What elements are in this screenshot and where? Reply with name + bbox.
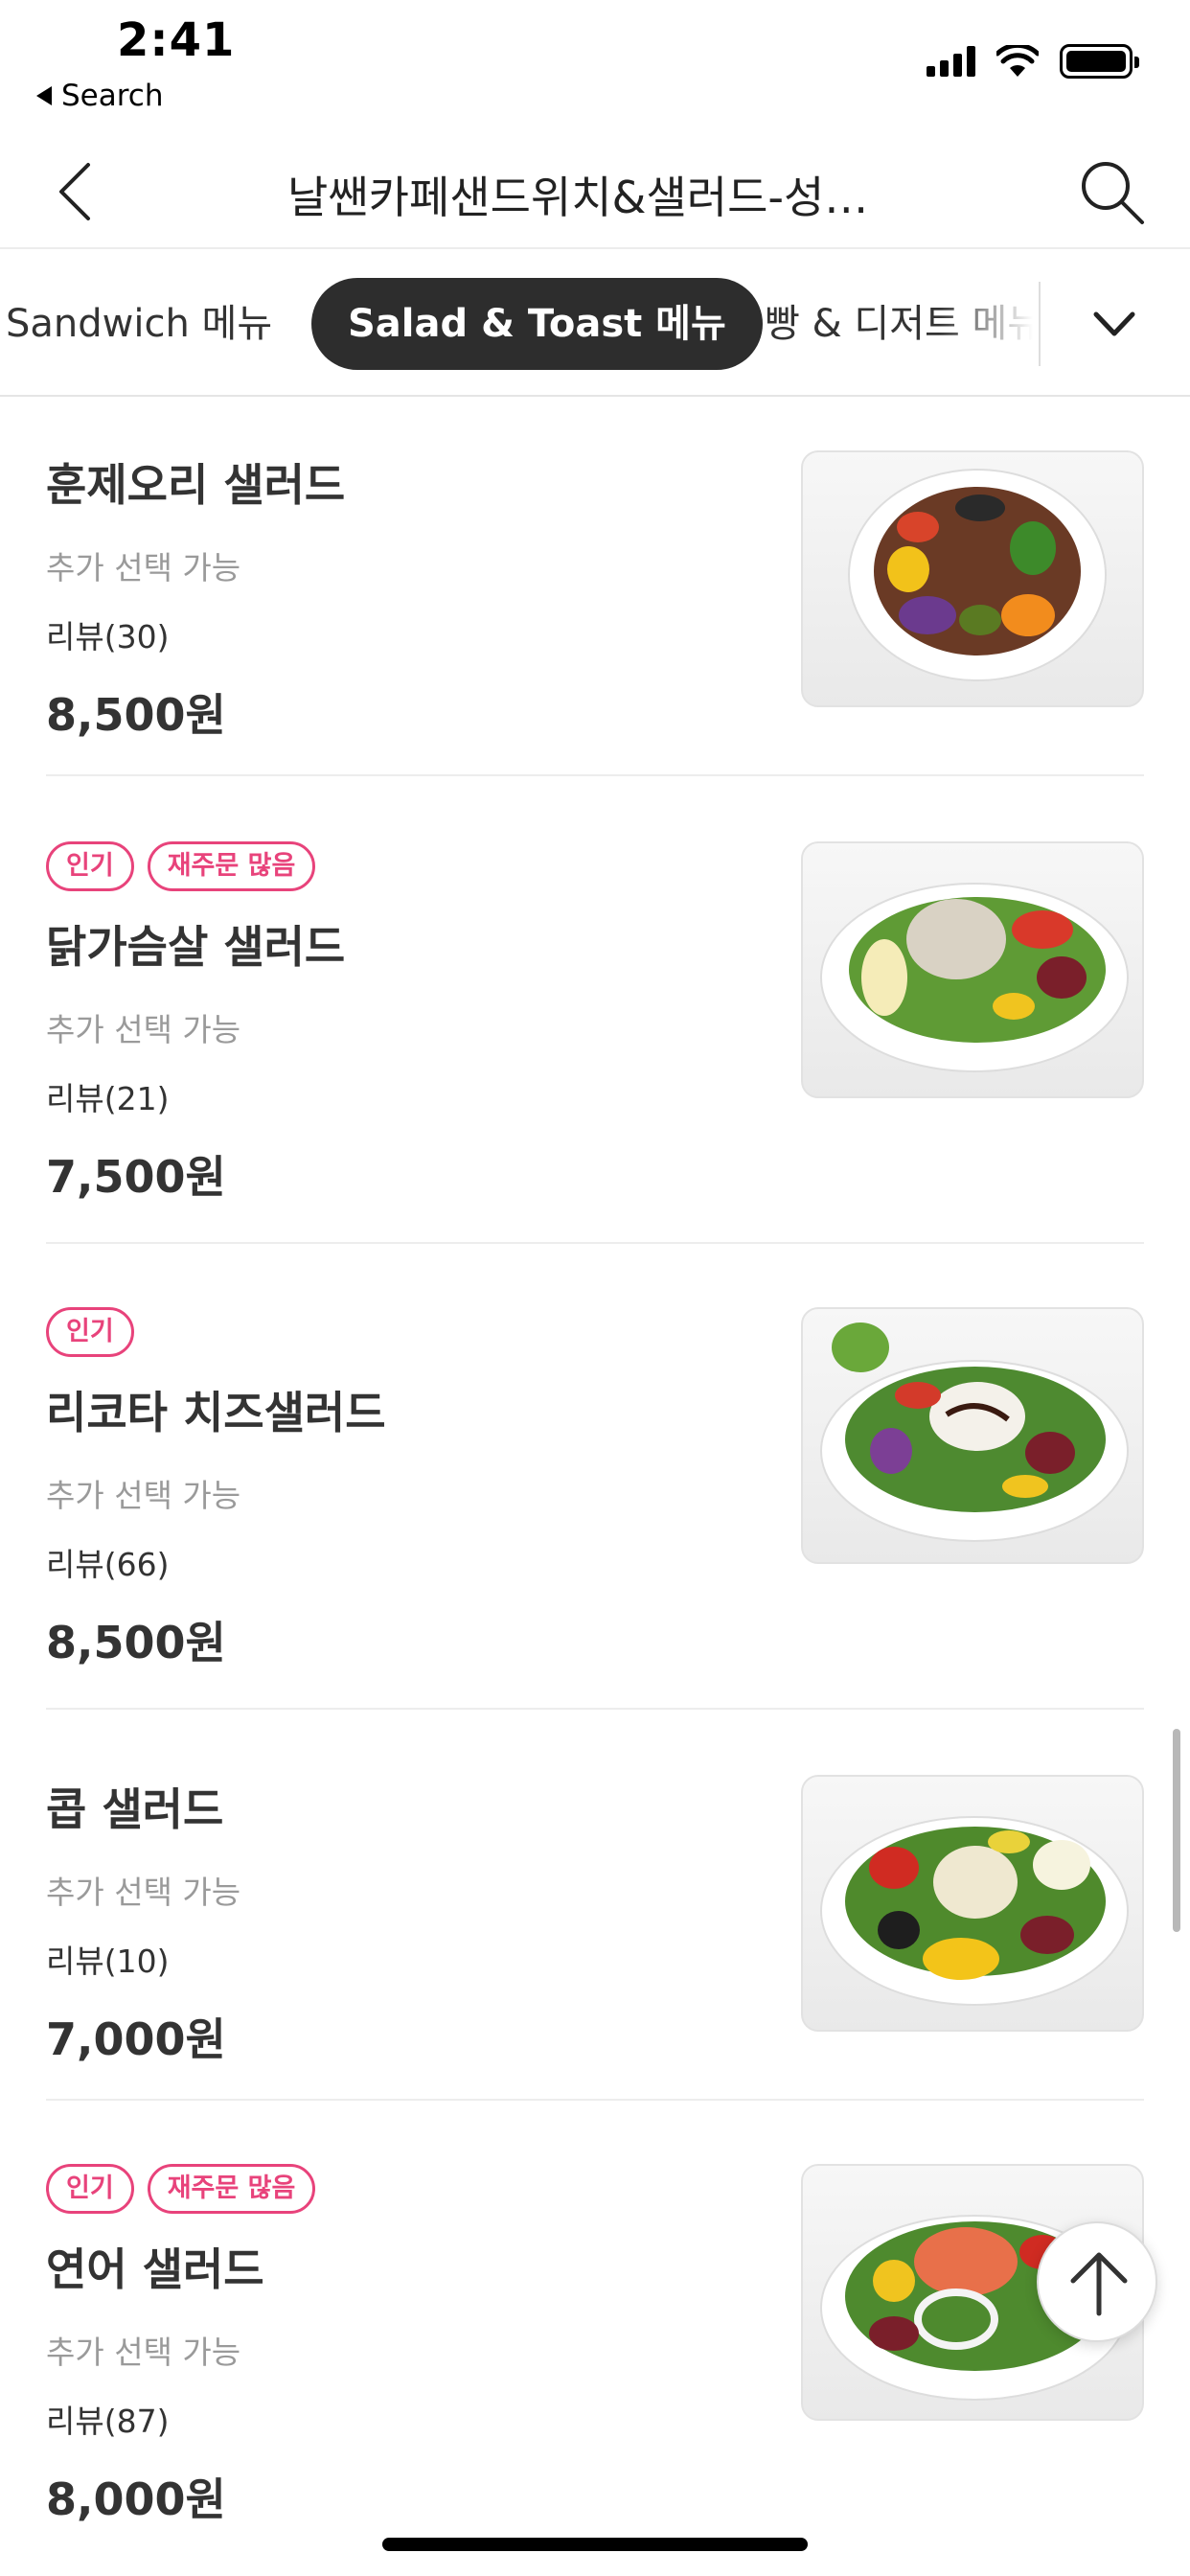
status-icons [927, 44, 1139, 79]
menu-item-photo [801, 1307, 1144, 1564]
menu-item-price: 7,500원 [46, 1151, 226, 1203]
menu-item[interactable]: 인기 리코타 치즈샐러드 추가 선택 가능 리뷰(66) 8,500원 [46, 1307, 1144, 1710]
scroll-indicator [1173, 1729, 1180, 1932]
menu-item[interactable]: 인기 재주문 많음 연어 샐러드 추가 선택 가능 리뷰(87) 8,000원 [46, 2164, 1144, 2566]
chevron-down-icon[interactable] [1081, 293, 1148, 355]
badge-popular: 인기 [46, 1307, 134, 1357]
wifi-icon [996, 45, 1039, 77]
back-triangle-icon [36, 86, 52, 105]
badge-popular: 인기 [46, 2164, 134, 2214]
tab-sandwich[interactable]: Sandwich 메뉴 [6, 278, 272, 370]
badge-popular: 인기 [46, 841, 134, 891]
menu-item-price: 8,500원 [46, 1617, 226, 1668]
menu-item[interactable]: 훈제오리 샐러드 추가 선택 가능 리뷰(30) 8,500원 [46, 450, 1144, 776]
menu-item-price: 8,000원 [46, 2473, 226, 2525]
menu-item-photo [801, 450, 1144, 707]
cellular-signal-icon [927, 46, 975, 77]
menu-item-photo [801, 841, 1144, 1098]
store-title: 날쌘카페샌드위치&샐러드-성… [287, 172, 869, 223]
status-bar: 2:41 Search [0, 0, 1190, 125]
menu-item-photo [801, 1775, 1144, 2032]
scroll-to-top-button[interactable] [1037, 2221, 1157, 2342]
category-tabs: Sandwich 메뉴 Salad & Toast 메뉴 빵 & 디저트 메뉴 [0, 251, 1190, 397]
chevron-left-icon[interactable] [42, 155, 115, 228]
tab-divider [1039, 282, 1041, 366]
menu-item[interactable]: 인기 재주문 많음 닭가슴살 샐러드 추가 선택 가능 리뷰(21) 7,500… [46, 841, 1144, 1244]
badge-reorder: 재주문 많음 [147, 841, 316, 891]
badge-reorder: 재주문 많음 [147, 2164, 316, 2214]
nav-bar: 날쌘카페샌드위치&샐러드-성… [0, 134, 1190, 249]
menu-item[interactable]: 콥 샐러드 추가 선택 가능 리뷰(10) 7,000원 [46, 1775, 1144, 2101]
tab-salad-toast[interactable]: Salad & Toast 메뉴 [311, 278, 763, 370]
search-icon[interactable] [1075, 155, 1148, 228]
arrow-up-icon [1070, 2252, 1128, 2316]
battery-icon [1060, 44, 1139, 79]
back-to-app-label: Search [61, 79, 164, 113]
back-to-app-link[interactable]: Search [36, 79, 164, 113]
home-indicator [382, 2538, 808, 2551]
status-time: 2:41 [117, 13, 236, 67]
tab-bread-dessert[interactable]: 빵 & 디저트 메뉴 [765, 278, 1033, 370]
